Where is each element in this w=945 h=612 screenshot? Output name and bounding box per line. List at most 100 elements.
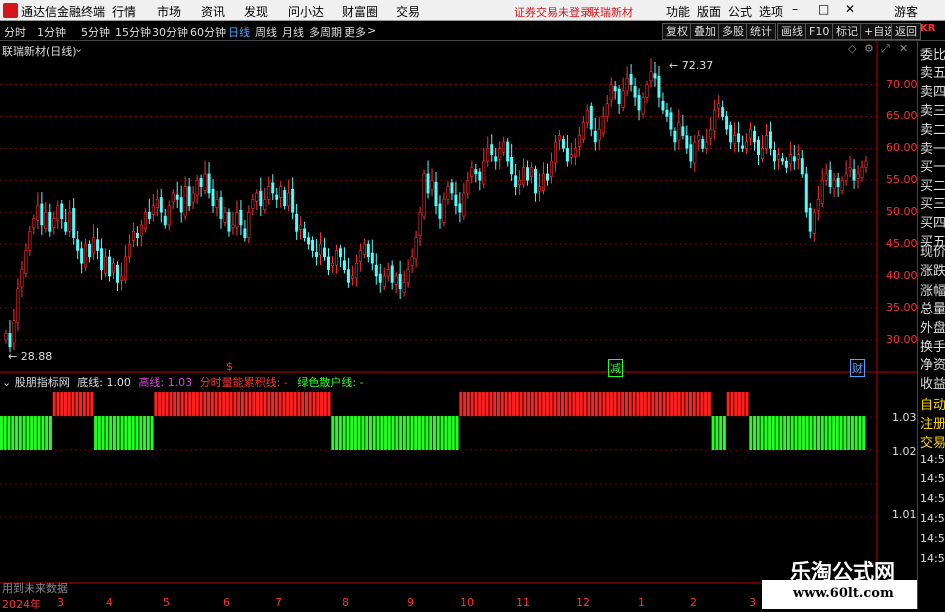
candle-body bbox=[589, 105, 593, 130]
side-panel-item[interactable]: 卖四 bbox=[920, 81, 945, 100]
candle-body bbox=[561, 139, 565, 149]
candle-body bbox=[705, 141, 709, 149]
maximize-icon[interactable]: □ bbox=[818, 2, 829, 16]
candle-body bbox=[442, 199, 446, 223]
period-tab[interactable]: 60分钟 bbox=[190, 24, 226, 40]
candle-body bbox=[764, 135, 768, 149]
user-label[interactable]: 游客 bbox=[894, 3, 918, 20]
toolbar-button-fanhui[interactable]: 返回 bbox=[891, 23, 921, 40]
period-tab[interactable]: 多周期 bbox=[309, 24, 342, 40]
indicator-bar-red bbox=[689, 392, 692, 416]
period-tab[interactable]: 5分钟 bbox=[81, 24, 110, 40]
side-panel-item[interactable]: 14:56 bbox=[920, 552, 945, 565]
side-panel-item[interactable]: 卖二 bbox=[920, 119, 945, 138]
toolbar-button-f10[interactable]: F10 bbox=[805, 23, 834, 40]
indicator-bar-red bbox=[192, 392, 195, 416]
menu-item-wenxiaoda[interactable]: 问小达 bbox=[288, 3, 324, 20]
menu-item-shichang[interactable]: 市场 bbox=[157, 3, 181, 20]
period-tab[interactable]: 月线 bbox=[282, 24, 304, 40]
chevron-down-icon[interactable]: ⌄ bbox=[2, 376, 11, 389]
panel-settings-icon[interactable]: ⚙ bbox=[864, 42, 874, 55]
chevron-down-icon[interactable]: ⌄ bbox=[74, 42, 83, 55]
toolbar-button-diejia[interactable]: 叠加 bbox=[690, 23, 720, 40]
indicator-bar-red bbox=[176, 392, 180, 416]
side-panel-item[interactable]: 买二 bbox=[920, 175, 945, 194]
side-panel-item[interactable]: 自动 bbox=[920, 394, 945, 413]
side-panel-item[interactable]: 外盘 bbox=[920, 317, 945, 336]
menu-item-xuanxiang[interactable]: 选项 bbox=[759, 3, 783, 20]
candle-body bbox=[354, 262, 358, 279]
side-panel-item[interactable]: 买一 bbox=[920, 156, 945, 175]
more-periods-button[interactable]: 更多 bbox=[344, 24, 366, 40]
side-panel-item[interactable]: 14:56 bbox=[920, 512, 945, 525]
indicator-bar-red bbox=[90, 392, 94, 416]
candle-body bbox=[585, 109, 589, 124]
side-panel-item[interactable]: 买三 bbox=[920, 193, 945, 212]
indicator-bar-green bbox=[15, 416, 19, 450]
side-panel-item[interactable]: 卖五 bbox=[920, 62, 945, 81]
period-tab[interactable]: 15分钟 bbox=[115, 24, 151, 40]
event-marker[interactable]: $ bbox=[226, 360, 233, 373]
candle-body bbox=[557, 135, 561, 141]
indicator-bar-red bbox=[86, 392, 90, 416]
candle-body bbox=[72, 208, 76, 239]
menu-item-banmian[interactable]: 版面 bbox=[697, 3, 721, 20]
side-panel-item[interactable]: 14:56 bbox=[920, 453, 945, 466]
reduction-marker[interactable]: 减 bbox=[608, 359, 623, 377]
indicator-bar-green bbox=[18, 416, 22, 450]
login-notice[interactable]: 证券交易未登录 bbox=[514, 4, 591, 20]
indicator-bar-red bbox=[79, 392, 83, 416]
side-panel-item[interactable]: 总量 bbox=[920, 298, 945, 317]
candle-body bbox=[689, 144, 693, 162]
menu-item-caifuquan[interactable]: 财富圈 bbox=[342, 3, 378, 20]
side-panel-item[interactable]: 14:56 bbox=[920, 472, 945, 485]
finance-marker[interactable]: 财 bbox=[850, 359, 865, 377]
period-tab[interactable]: 30分钟 bbox=[152, 24, 188, 40]
side-panel-item[interactable]: 交易 bbox=[920, 432, 945, 451]
side-panel-item[interactable]: 买四 bbox=[920, 212, 945, 231]
indicator-bar-green bbox=[764, 416, 768, 450]
minimize-icon[interactable]: – bbox=[792, 2, 798, 16]
menu-item-gongneng[interactable]: 功能 bbox=[666, 3, 690, 20]
menu-item-jiaoyi[interactable]: 交易 bbox=[396, 3, 420, 20]
chart-area[interactable] bbox=[0, 41, 917, 609]
price-tick: 60.00 bbox=[886, 141, 918, 155]
period-tab[interactable]: 周线 bbox=[255, 24, 277, 40]
period-tab[interactable]: 1分钟 bbox=[37, 24, 66, 40]
panel-close-icon[interactable]: ✕ bbox=[899, 42, 908, 55]
indicator-bar-green bbox=[368, 416, 372, 450]
toolbar-button-huaxian[interactable]: 画线 bbox=[777, 23, 807, 40]
side-panel-item[interactable]: 净资 bbox=[920, 354, 945, 373]
period-tab-active[interactable]: 日线 bbox=[228, 24, 250, 40]
side-panel-item[interactable]: 注册 bbox=[920, 413, 945, 432]
candle-body bbox=[362, 243, 366, 255]
side-panel-item[interactable]: 换手 bbox=[920, 336, 945, 355]
chevron-right-icon[interactable]: > bbox=[367, 24, 376, 37]
period-tab[interactable]: 分时 bbox=[4, 24, 26, 40]
candle-body bbox=[378, 273, 382, 283]
toolbar-button-biaoji[interactable]: 标记 bbox=[832, 23, 862, 40]
menu-item-zixun[interactable]: 资讯 bbox=[201, 3, 225, 20]
side-panel-item[interactable]: 涨跌 bbox=[920, 260, 945, 279]
side-panel-item[interactable]: 涨幅 bbox=[920, 280, 945, 299]
indicator-name[interactable]: 股朋指标网 bbox=[15, 376, 70, 389]
close-icon[interactable]: ✕ bbox=[845, 2, 855, 16]
expand-icon[interactable]: ⤢ bbox=[881, 42, 890, 56]
side-panel-item[interactable]: 卖三 bbox=[920, 100, 945, 119]
time-tick: 12 bbox=[576, 596, 590, 609]
toolbar-button-tongji[interactable]: 统计 bbox=[746, 23, 776, 40]
side-panel-item[interactable]: 14:56 bbox=[920, 532, 945, 545]
menu-item-faxian[interactable]: 发现 bbox=[244, 3, 268, 20]
quote-side-panel: KR 委比 卖五 卖四 卖三 卖二 卖一 买一 买二 买三 买四 买五 现价 涨跌 涨幅 总量 外盘 换手 净资收… bbox=[917, 23, 945, 609]
menu-item-gongshi[interactable]: 公式 bbox=[728, 3, 752, 20]
side-panel-item[interactable]: 委比 bbox=[920, 44, 945, 63]
candle-body bbox=[386, 269, 390, 277]
toolbar-button-fuquan[interactable]: 复权 bbox=[662, 23, 692, 40]
menu-item-hangqing[interactable]: 行情 bbox=[112, 3, 136, 20]
settings-icon[interactable]: ◇ bbox=[848, 42, 856, 55]
side-panel-item[interactable]: 14:56 bbox=[920, 492, 945, 505]
side-panel-item[interactable]: 现价 bbox=[920, 241, 945, 260]
side-panel-item[interactable]: 卖一 bbox=[920, 138, 945, 157]
toolbar-button-duogu[interactable]: 多股 bbox=[718, 23, 748, 40]
side-panel-item[interactable]: 收益 bbox=[920, 373, 945, 392]
